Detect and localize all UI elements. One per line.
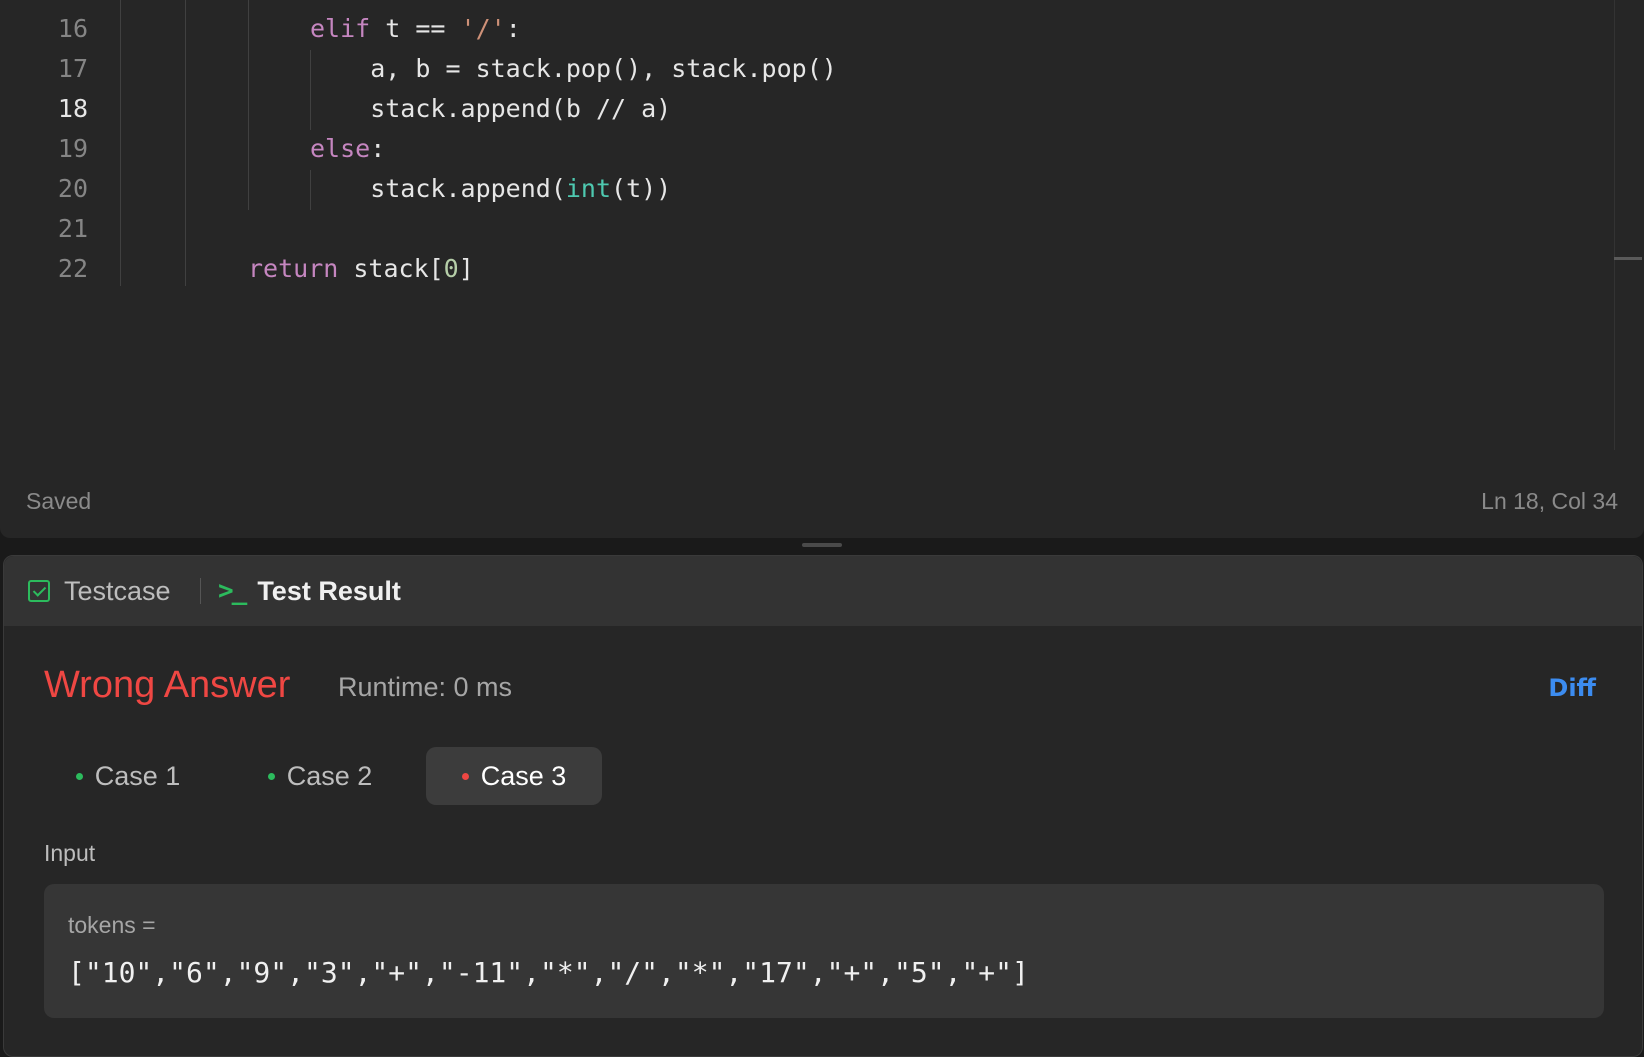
code-line[interactable]: 21 (0, 209, 1614, 249)
case-tab-label: Case 1 (94, 760, 181, 791)
code-editor[interactable]: 16 elif t == '/': 17 a, b = stack.pop(),… (0, 0, 1644, 538)
case-tab-2[interactable]: Case 2 (250, 747, 390, 805)
case-tab-label: Case 2 (286, 760, 373, 791)
code-text: stack.append(b // a) (310, 94, 672, 123)
code-line[interactable]: 20 stack.append(int(t)) (0, 169, 1614, 209)
fail-dot-icon (461, 772, 469, 780)
input-variable-name: tokens = (68, 912, 156, 938)
code-line[interactable]: 17 a, b = stack.pop(), stack.pop() (0, 49, 1614, 89)
editor-scrollbar[interactable] (1614, 0, 1615, 450)
code-text: else: (310, 134, 386, 163)
line-number: 16 (57, 14, 88, 43)
case-tab-1[interactable]: Case 1 (58, 747, 198, 805)
cursor-position[interactable]: Ln 18, Col 34 (1481, 488, 1618, 515)
tab-test-result-label: Test Result (257, 575, 401, 606)
tab-divider (200, 578, 201, 604)
line-number: 19 (57, 134, 88, 163)
pass-dot-icon (267, 772, 275, 780)
code-line[interactable]: 19 else: (0, 129, 1614, 169)
pass-dot-icon (75, 772, 83, 780)
input-variable-value[interactable]: ["10","6","9","3","+","-11","*","/","*",… (68, 956, 1029, 989)
case-tab-3[interactable]: Case 3 (426, 747, 602, 805)
line-number-active: 18 (57, 94, 88, 123)
input-value-box: tokens = ["10","6","9","3","+","-11","*"… (44, 884, 1604, 1018)
tab-test-result[interactable]: >_ Test Result (218, 556, 401, 626)
save-status: Saved (26, 488, 92, 514)
line-number: 17 (57, 54, 88, 83)
code-text: return stack[0] (248, 254, 474, 283)
test-result-panel: Testcase >_ Test Result Wrong Answer Run… (3, 555, 1643, 1057)
code-line[interactable]: 22 return stack[0] (0, 249, 1614, 289)
code-line[interactable]: 16 elif t == '/': (0, 9, 1614, 49)
line-number: 20 (57, 174, 88, 203)
terminal-icon: >_ (218, 576, 247, 606)
code-line[interactable]: 18 stack.append(b // a) (0, 89, 1614, 129)
code-text: elif t == '/': (310, 14, 521, 43)
case-tab-label: Case 3 (480, 760, 567, 791)
checkbox-icon (28, 580, 50, 602)
resize-handle[interactable] (802, 543, 842, 547)
diff-button[interactable]: Diff (1548, 674, 1596, 702)
code-text: a, b = stack.pop(), stack.pop() (310, 54, 837, 83)
code-area[interactable]: 16 elif t == '/': 17 a, b = stack.pop(),… (0, 0, 1614, 450)
panel-tab-bar: Testcase >_ Test Result (4, 556, 1642, 626)
verdict-title: Wrong Answer (44, 664, 291, 706)
scrollbar-cursor-marker (1614, 257, 1642, 260)
line-number: 22 (57, 254, 88, 283)
runtime-text: Runtime: 0 ms (338, 672, 513, 702)
tab-testcase[interactable]: Testcase (28, 556, 171, 626)
input-section-label: Input (44, 840, 96, 866)
line-number: 21 (57, 214, 88, 243)
code-text: stack.append(int(t)) (310, 174, 672, 203)
tab-testcase-label: Testcase (64, 575, 171, 606)
